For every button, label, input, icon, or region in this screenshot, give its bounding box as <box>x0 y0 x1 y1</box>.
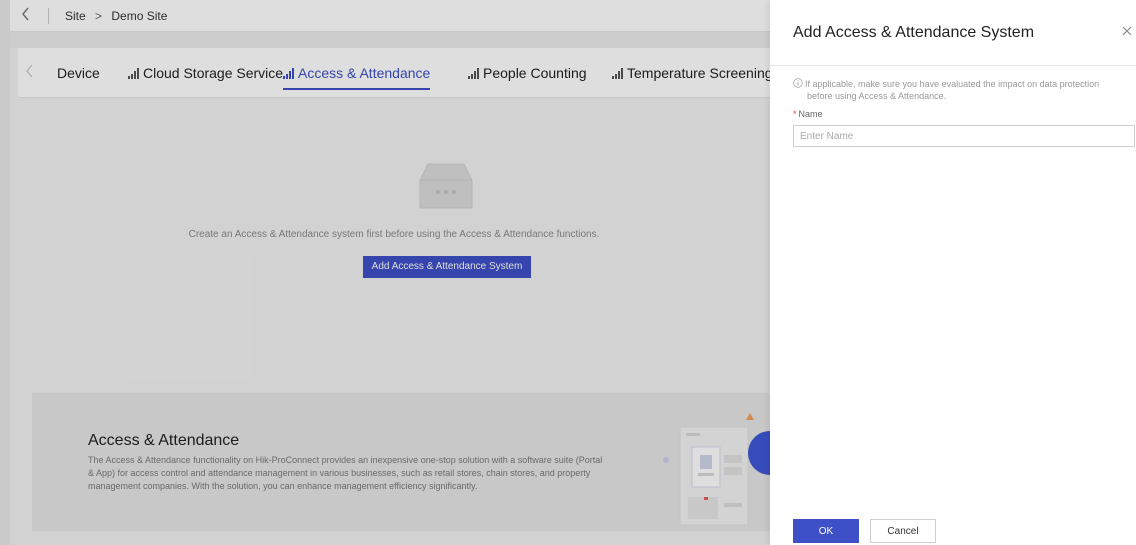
empty-state-message: Create an Access & Attendance system fir… <box>188 229 600 240</box>
signal-bars-icon <box>612 68 623 79</box>
add-system-drawer: Add Access & Attendance System If applic… <box>770 0 1136 545</box>
back-button[interactable] <box>16 6 36 26</box>
tab-people-counting[interactable]: People Counting <box>468 48 587 98</box>
close-icon[interactable] <box>1120 24 1134 38</box>
drawer-header: Add Access & Attendance System <box>770 0 1136 66</box>
tab-label: People Counting <box>483 65 587 81</box>
notice-line-2: before using Access & Attendance. <box>807 91 947 101</box>
feature-info-card: Access & Attendance The Access & Attenda… <box>32 393 770 531</box>
notice-line-1: If applicable, make sure you have evalua… <box>805 79 1100 89</box>
info-card-description: The Access & Attendance functionality on… <box>88 455 603 491</box>
breadcrumb-site[interactable]: Site <box>65 9 86 23</box>
info-circle-icon <box>793 78 803 88</box>
breadcrumb-current: Demo Site <box>111 9 168 23</box>
tab-bar: Device Cloud Storage Service Access & At… <box>18 48 773 98</box>
tab-temperature-screening[interactable]: Temperature Screening <box>612 48 773 98</box>
breadcrumb-separator: > <box>95 9 103 23</box>
ok-button[interactable]: OK <box>793 519 859 543</box>
tab-cloud-storage-service[interactable]: Cloud Storage Service <box>128 48 283 98</box>
site-page: Site > Demo Site Device Cloud Storage Se… <box>0 0 773 545</box>
tab-scroll-left-icon[interactable] <box>26 64 34 83</box>
name-input[interactable] <box>793 125 1135 147</box>
empty-state: Create an Access & Attendance system fir… <box>18 99 770 389</box>
left-sidebar-strip <box>0 0 10 545</box>
cancel-button[interactable]: Cancel <box>870 519 936 543</box>
drawer-title: Add Access & Attendance System <box>793 24 1035 41</box>
signal-bars-icon <box>283 68 294 79</box>
add-access-attendance-system-button[interactable]: Add Access & Attendance System <box>363 256 531 278</box>
signal-bars-icon <box>468 68 479 79</box>
signal-bars-icon <box>128 68 139 79</box>
feature-illustration <box>663 413 770 526</box>
name-label-text: Name <box>798 109 823 119</box>
tab-label: Access & Attendance <box>298 65 431 81</box>
tab-label: Device <box>57 65 100 81</box>
top-bar: Site > Demo Site <box>10 0 770 32</box>
info-card-title: Access & Attendance <box>88 432 240 449</box>
tab-device[interactable]: Device <box>57 48 100 98</box>
header-band <box>10 32 770 48</box>
empty-box-icon <box>419 163 473 209</box>
data-protection-notice: If applicable, make sure you have evalua… <box>793 78 1133 102</box>
tab-label: Cloud Storage Service <box>143 65 284 81</box>
topbar-divider <box>48 8 49 24</box>
tab-label: Temperature Screening <box>627 65 773 81</box>
tab-access-attendance[interactable]: Access & Attendance <box>283 48 431 98</box>
required-mark: * <box>793 109 797 119</box>
name-field-label: * Name <box>793 109 823 119</box>
breadcrumb: Site > Demo Site <box>65 9 167 23</box>
chevron-left-icon <box>22 7 29 21</box>
